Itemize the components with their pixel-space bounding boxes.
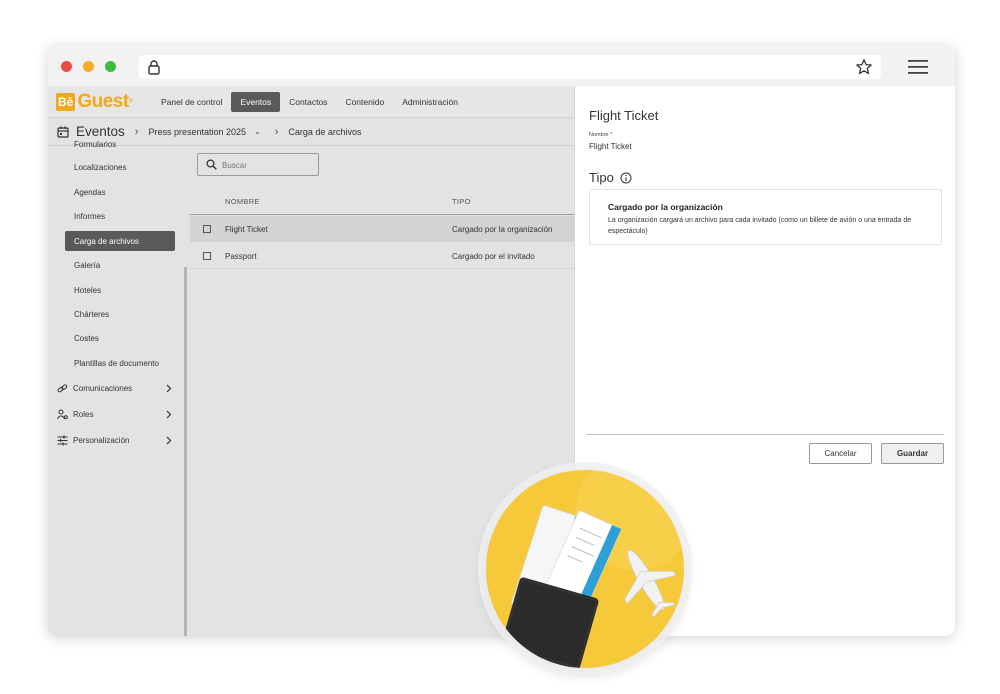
sidebar-group-roles[interactable]: Roles: [57, 404, 172, 424]
sidebar-scrollbar[interactable]: [184, 267, 187, 636]
address-bar[interactable]: [139, 55, 881, 79]
cancel-button[interactable]: Cancelar: [809, 443, 872, 464]
chevron-right-icon: [166, 410, 172, 418]
tipo-label: Tipo: [589, 170, 614, 185]
name-field-value[interactable]: Flight Ticket: [589, 142, 632, 151]
sidebar-group-label: Comunicaciones: [73, 383, 133, 393]
hamburger-menu-icon[interactable]: [908, 59, 928, 75]
sidebar-item-costes[interactable]: Costes: [65, 328, 175, 348]
breadcrumb-title[interactable]: Eventos: [76, 124, 125, 139]
column-header-nombre[interactable]: NOMBRE: [225, 197, 260, 206]
search-input[interactable]: [222, 158, 312, 172]
sidebar-group-label: Personalización: [73, 435, 130, 445]
panel-title: Flight Ticket: [589, 108, 659, 123]
chevron-right-icon: [166, 384, 172, 392]
row-name: Flight Ticket: [225, 225, 268, 234]
sidebar-item-hoteles[interactable]: Hoteles: [65, 280, 175, 300]
table-row[interactable]: Passport Cargado por el invitado: [190, 243, 574, 269]
table-header: NOMBRE TIPO: [190, 189, 574, 215]
travel-documents-photo: [486, 470, 684, 668]
sidebar-item-informes[interactable]: Informes: [65, 206, 175, 226]
chevron-right-icon: ›: [274, 125, 279, 138]
breadcrumb-event[interactable]: Press presentation 2025: [148, 127, 246, 137]
calendar-icon: [57, 126, 69, 138]
nav-item-panel-de-control[interactable]: Panel de control: [152, 92, 231, 112]
type-option-title: Cargado por la organización: [608, 202, 723, 212]
type-option-description: La organización cargará un archivo para …: [608, 217, 912, 235]
sidebar-item-carga-de-archivos[interactable]: Carga de archivos: [65, 231, 175, 251]
nav-item-eventos[interactable]: Eventos: [231, 92, 281, 112]
tipo-heading: Tipo: [589, 170, 632, 185]
row-name: Passport: [225, 252, 257, 261]
save-button[interactable]: Guardar: [881, 443, 944, 464]
star-icon[interactable]: [855, 58, 873, 76]
roles-icon: [57, 409, 68, 419]
sidebar: Formularios Localizaciones Agendas Infor…: [48, 140, 188, 636]
sidebar-group-label: Roles: [73, 409, 94, 419]
chevron-right-icon: ›: [134, 125, 139, 138]
search-icon: [206, 159, 217, 170]
logo-registered: ®: [128, 99, 134, 105]
sidebar-item-localizaciones[interactable]: Localizaciones: [65, 157, 175, 177]
top-navigation: Bē Guest ® Panel de control Eventos Cont…: [48, 86, 574, 118]
travel-illustration: [486, 470, 684, 668]
row-type: Cargado por la organización: [452, 225, 553, 234]
beguest-logo[interactable]: Bē Guest ®: [56, 91, 134, 112]
link-icon: [57, 383, 68, 392]
browser-chrome: [48, 45, 955, 86]
panel-divider: [587, 434, 944, 435]
search-field[interactable]: [197, 153, 319, 176]
nav-item-administracion[interactable]: Administración: [393, 92, 467, 112]
nav-item-contactos[interactable]: Contactos: [280, 92, 336, 112]
minimize-window-button[interactable]: [83, 61, 94, 72]
sidebar-item-galeria[interactable]: Galería: [65, 255, 175, 275]
maximize-window-button[interactable]: [105, 61, 116, 72]
breadcrumb-current: Carga de archivos: [288, 126, 362, 137]
logo-be: Bē: [56, 93, 76, 111]
sidebar-group-comunicaciones[interactable]: Comunicaciones: [57, 378, 172, 398]
nav-item-contenido[interactable]: Contenido: [336, 92, 393, 112]
sidebar-item-charteres[interactable]: Chárteres: [65, 304, 175, 324]
column-header-tipo[interactable]: TIPO: [452, 197, 471, 206]
sidebar-group-personalizacion[interactable]: Personalización: [57, 430, 172, 450]
row-checkbox[interactable]: [203, 225, 211, 233]
sidebar-item-agendas[interactable]: Agendas: [65, 182, 175, 202]
lock-icon: [148, 60, 160, 75]
chevron-down-icon[interactable]: ⌄: [254, 127, 261, 136]
nav-items: Panel de control Eventos Contactos Conte…: [152, 92, 467, 112]
sliders-icon: [57, 435, 68, 445]
chevron-right-icon: [166, 436, 172, 444]
sidebar-item-formularios[interactable]: Formularios: [65, 140, 175, 154]
close-window-button[interactable]: [61, 61, 72, 72]
type-option-card[interactable]: Cargado por la organización La organizac…: [589, 189, 942, 245]
table-row[interactable]: Flight Ticket Cargado por la organizació…: [190, 216, 574, 242]
info-icon[interactable]: [620, 172, 632, 184]
row-checkbox[interactable]: [203, 252, 211, 260]
name-field-label: Nombre *: [589, 132, 613, 138]
row-type: Cargado por el invitado: [452, 252, 535, 261]
sidebar-item-plantillas-de-documento[interactable]: Plantillas de documento: [65, 353, 175, 373]
logo-guest: Guest: [77, 91, 129, 112]
